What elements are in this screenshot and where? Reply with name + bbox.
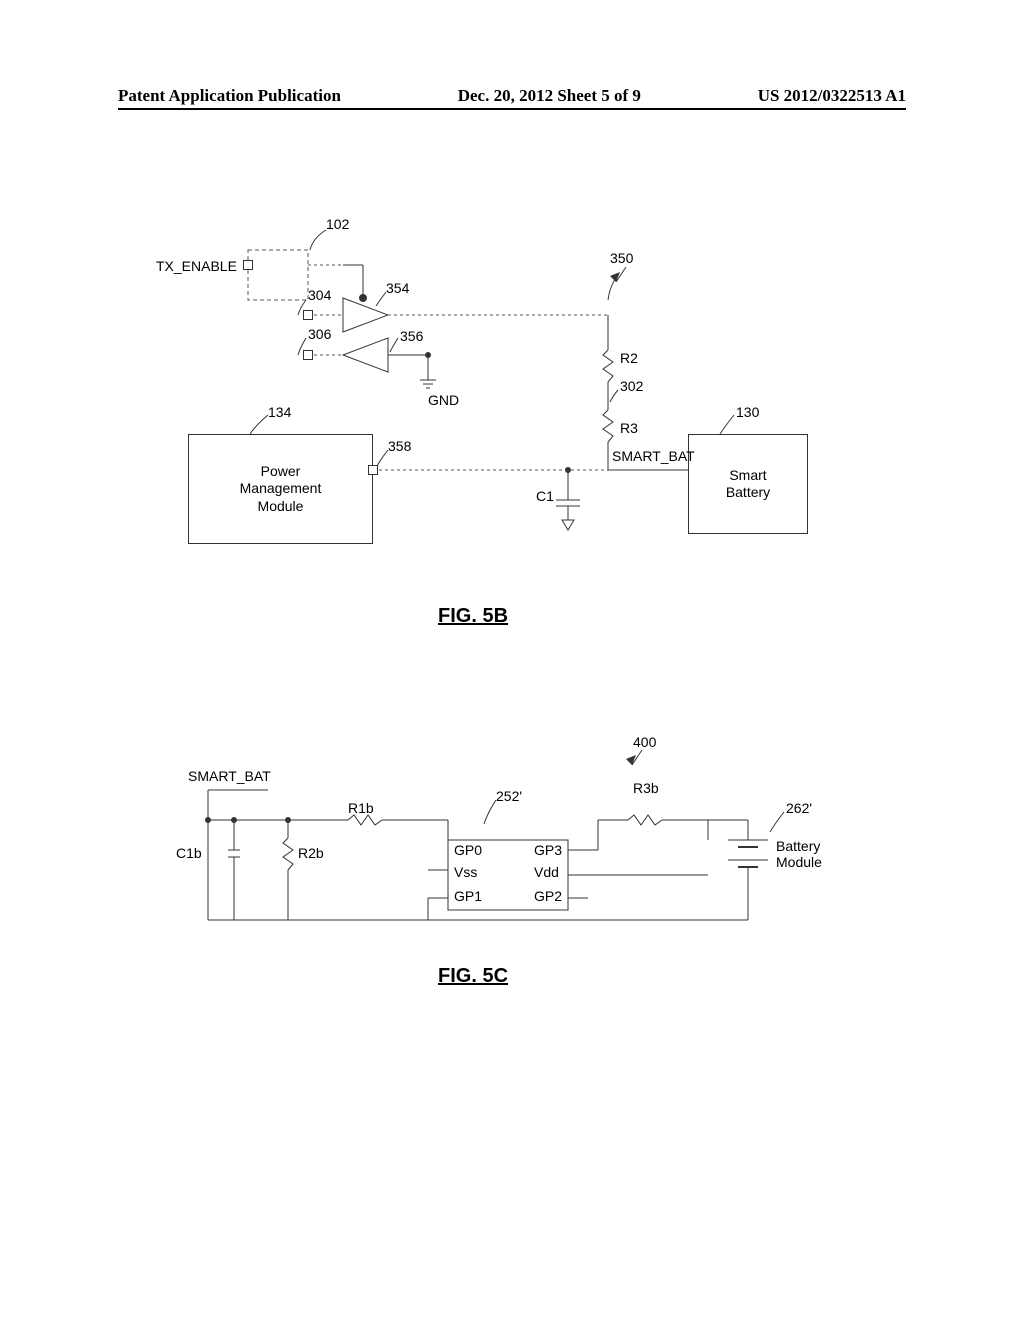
header-divider: [118, 108, 906, 110]
r2b-label: R2b: [298, 845, 324, 861]
ref-306: 306: [308, 326, 331, 342]
smart-l1: Smart: [729, 467, 766, 485]
r3-label: R3: [620, 420, 638, 436]
ref-304: 304: [308, 287, 331, 303]
r3b-label: R3b: [633, 780, 659, 796]
smart-bat-label: SMART_BAT: [612, 448, 695, 464]
gp0-label: GP0: [454, 842, 482, 858]
header-right: US 2012/0322513 A1: [758, 86, 906, 106]
gp1-label: GP1: [454, 888, 482, 904]
ref-400: 400: [633, 734, 656, 750]
pin-358: [368, 465, 378, 475]
ref-262: 262': [786, 800, 812, 816]
power-management-module-box: Power Management Module: [188, 434, 373, 544]
ref-102: 102: [326, 216, 349, 232]
ref-130: 130: [736, 404, 759, 420]
page-header: Patent Application Publication Dec. 20, …: [0, 86, 1024, 106]
r1b-label: R1b: [348, 800, 374, 816]
ref-358: 358: [388, 438, 411, 454]
gnd-label: GND: [428, 392, 459, 408]
fig5c-schematic: [148, 720, 868, 980]
gp3-label: GP3: [534, 842, 562, 858]
ref-354: 354: [386, 280, 409, 296]
bat-l1: Battery: [776, 838, 820, 854]
ref-302: 302: [620, 378, 643, 394]
smart-l2: Battery: [726, 484, 770, 502]
c1-label: C1: [536, 488, 554, 504]
vdd-label: Vdd: [534, 864, 559, 880]
header-left: Patent Application Publication: [118, 86, 341, 106]
smart-bat-5c: SMART_BAT: [188, 768, 271, 784]
fig5c-caption: FIG. 5C: [438, 965, 508, 988]
fig5c-num: 5C: [482, 965, 508, 987]
ref-134: 134: [268, 404, 291, 420]
figure-5b: Power Management Module Smart Battery TX…: [148, 220, 868, 670]
c1b-label: C1b: [176, 845, 202, 861]
fig5b-caption: FIG. 5B: [438, 605, 508, 628]
fig5b-num: 5B: [482, 605, 508, 627]
ref-252: 252': [496, 788, 522, 804]
figure-5c: GP0 Vss GP1 GP3 Vdd GP2 SMART_BAT 400 25…: [148, 720, 868, 1050]
tx-enable-label: TX_ENABLE: [156, 258, 237, 274]
ref-350: 350: [610, 250, 633, 266]
pmm-l2: Management: [240, 480, 322, 498]
fig5b-prefix: FIG.: [438, 605, 482, 627]
pin-tx-enable: [243, 260, 253, 270]
gp2-label: GP2: [534, 888, 562, 904]
smart-battery-box: Smart Battery: [688, 434, 808, 534]
pmm-l3: Module: [258, 498, 304, 516]
fig5c-prefix: FIG.: [438, 965, 482, 987]
pin-306: [303, 350, 313, 360]
pin-304: [303, 310, 313, 320]
bat-l2: Module: [776, 854, 822, 870]
vss-label: Vss: [454, 864, 477, 880]
pmm-l1: Power: [261, 463, 301, 481]
r2-label: R2: [620, 350, 638, 366]
header-center: Dec. 20, 2012 Sheet 5 of 9: [458, 86, 641, 106]
ref-356: 356: [400, 328, 423, 344]
